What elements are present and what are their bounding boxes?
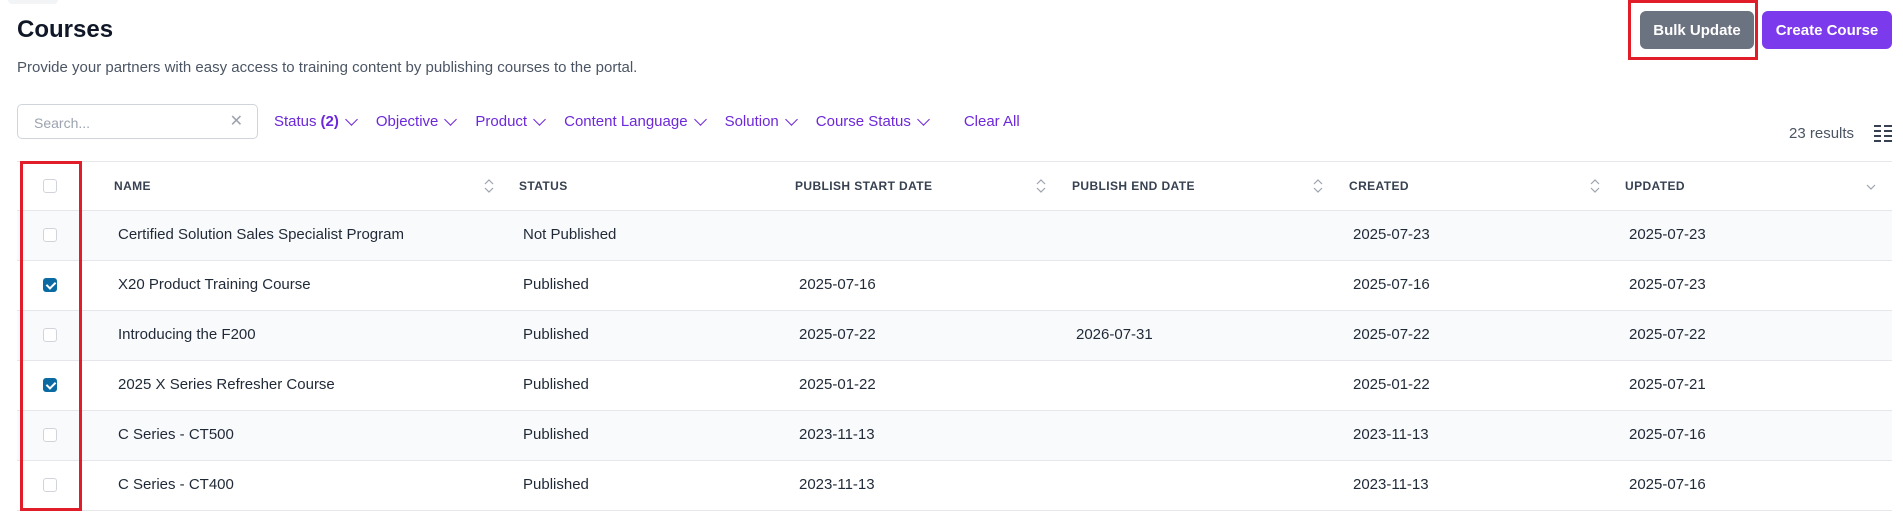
course-name[interactable]: X20 Product Training Course [118, 276, 311, 293]
updated-date: 2025-07-23 [1629, 226, 1706, 243]
created-date: 2025-07-23 [1353, 226, 1430, 243]
sort-icon[interactable] [1590, 178, 1600, 194]
results-count: 23 results [1789, 125, 1855, 142]
course-status: Published [523, 276, 589, 293]
chevron-down-icon [693, 112, 707, 126]
table-row[interactable]: Certified Solution Sales Specialist Prog… [17, 211, 1892, 261]
filter-status-count: (2) [320, 113, 339, 130]
created-date: 2025-07-16 [1353, 276, 1430, 293]
table-row[interactable]: 2025 X Series Refresher Course Published… [17, 361, 1892, 411]
publish-start-date: 2025-01-22 [799, 376, 876, 393]
select-all-checkbox[interactable] [43, 179, 57, 193]
updated-date: 2025-07-23 [1629, 276, 1706, 293]
publish-start-date: 2023-11-13 [799, 476, 875, 493]
table-row[interactable]: Introducing the F200 Published 2025-07-2… [17, 311, 1892, 361]
filter-objective[interactable]: Objective [375, 112, 458, 130]
table-row[interactable]: X20 Product Training Course Published 20… [17, 261, 1892, 311]
row-checkbox[interactable] [43, 228, 57, 242]
filter-content-language[interactable]: Content Language [564, 112, 707, 130]
row-checkbox[interactable] [43, 328, 57, 342]
course-name[interactable]: C Series - CT500 [118, 426, 234, 443]
course-status: Published [523, 376, 589, 393]
publish-end-date: 2026-07-31 [1076, 326, 1153, 343]
chevron-down-icon[interactable] [1866, 180, 1876, 196]
table-row[interactable]: C Series - CT500 Published 2023-11-13 20… [17, 411, 1892, 461]
courses-table: NAME STATUS PUBLISH START DATE PUBLISH E… [17, 161, 1892, 511]
created-date: 2025-07-22 [1353, 326, 1430, 343]
publish-start-date: 2025-07-22 [799, 326, 876, 343]
updated-date: 2025-07-16 [1629, 426, 1706, 443]
updated-date: 2025-07-22 [1629, 326, 1706, 343]
table-header: NAME STATUS PUBLISH START DATE PUBLISH E… [17, 161, 1892, 211]
row-checkbox[interactable] [43, 428, 57, 442]
filter-product[interactable]: Product [475, 112, 546, 130]
row-checkbox[interactable] [43, 378, 57, 392]
page-title: Courses [17, 16, 114, 43]
chevron-down-icon [533, 112, 546, 126]
updated-date: 2025-07-21 [1629, 376, 1706, 393]
bulk-update-button[interactable]: Bulk Update [1640, 11, 1754, 49]
row-checkbox[interactable] [43, 278, 57, 292]
filter-product-label: Product [475, 113, 528, 130]
chevron-down-icon [784, 112, 798, 126]
filter-status[interactable]: Status (2) [274, 112, 358, 130]
column-view-icon[interactable] [1873, 123, 1893, 143]
course-name[interactable]: 2025 X Series Refresher Course [118, 376, 335, 393]
page-subtitle: Provide your partners with easy access t… [17, 59, 638, 76]
filter-bar: Status (2) Objective Product Content Lan… [274, 112, 1020, 130]
filter-objective-label: Objective [375, 113, 439, 130]
row-checkbox[interactable] [43, 478, 57, 492]
column-header-created[interactable]: CREATED [1349, 179, 1409, 193]
filter-content-language-label: Content Language [564, 113, 688, 130]
filter-solution[interactable]: Solution [724, 112, 798, 130]
created-date: 2025-01-22 [1353, 376, 1430, 393]
clear-all-link[interactable]: Clear All [964, 113, 1020, 130]
course-status: Not Published [523, 226, 617, 243]
chevron-down-icon [345, 112, 358, 126]
column-header-publish-end[interactable]: PUBLISH END DATE [1072, 179, 1195, 193]
created-date: 2023-11-13 [1353, 426, 1429, 443]
table-row[interactable]: C Series - CT400 Published 2023-11-13 20… [17, 461, 1892, 511]
column-header-status[interactable]: STATUS [519, 179, 568, 193]
course-status: Published [523, 476, 589, 493]
course-status: Published [523, 326, 589, 343]
publish-start-date: 2023-11-13 [799, 426, 875, 443]
sort-icon[interactable] [1036, 178, 1046, 194]
course-name[interactable]: C Series - CT400 [118, 476, 234, 493]
search-input[interactable] [32, 112, 226, 134]
chevron-down-icon [916, 112, 930, 126]
create-course-button[interactable]: Create Course [1762, 11, 1892, 49]
course-status: Published [523, 426, 589, 443]
chevron-down-icon [444, 112, 458, 126]
close-icon[interactable]: ✕ [230, 113, 243, 131]
updated-date: 2025-07-16 [1629, 476, 1706, 493]
course-name[interactable]: Certified Solution Sales Specialist Prog… [118, 226, 404, 243]
top-tab-fragment [8, 0, 58, 4]
filter-course-status[interactable]: Course Status [815, 112, 930, 130]
filter-course-status-label: Course Status [815, 113, 911, 130]
filter-status-label: Status [274, 113, 317, 130]
column-header-updated[interactable]: UPDATED [1625, 179, 1685, 193]
column-header-name[interactable]: NAME [114, 179, 151, 193]
search-box[interactable]: ✕ [17, 104, 258, 139]
created-date: 2023-11-13 [1353, 476, 1429, 493]
course-name[interactable]: Introducing the F200 [118, 326, 256, 343]
filter-solution-label: Solution [724, 113, 779, 130]
column-header-publish-start[interactable]: PUBLISH START DATE [795, 179, 932, 193]
publish-start-date: 2025-07-16 [799, 276, 876, 293]
sort-icon[interactable] [484, 178, 494, 194]
sort-icon[interactable] [1313, 178, 1323, 194]
